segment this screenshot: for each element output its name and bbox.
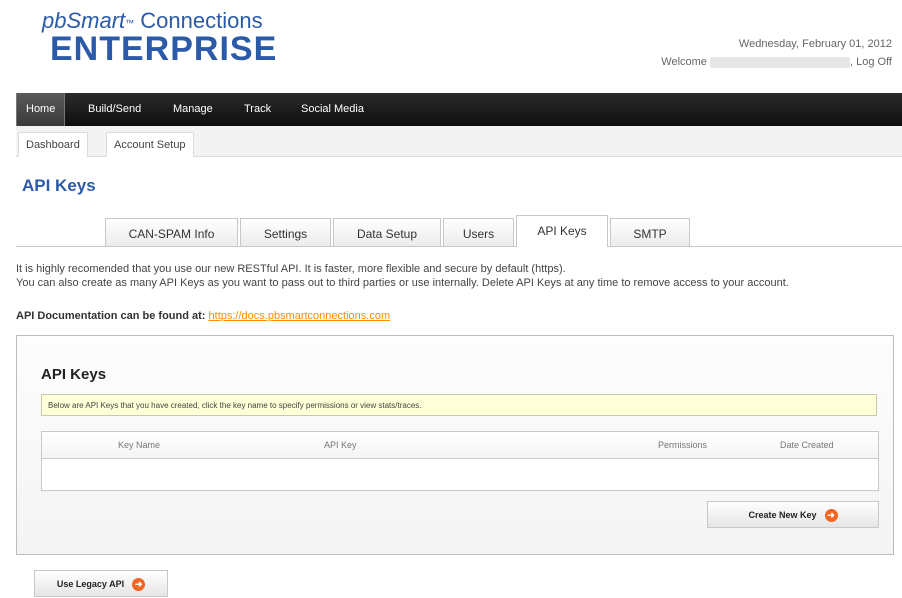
nav-item-social-media[interactable]: Social Media [292,93,373,126]
column-key-name[interactable]: Key Name [118,432,160,458]
brand-logo[interactable]: pbSmart™ Connections ENTERPRISE [42,8,278,68]
arrow-right-circle-icon: ➜ [824,509,838,523]
sub-nav: Dashboard Account Setup [16,126,902,157]
api-docs-label: API Documentation can be found at: [16,310,206,322]
panel-title: API Keys [41,366,107,383]
api-keys-table: Key Name API Key Permissions Date Create… [41,431,879,491]
create-new-key-button[interactable]: Create New Key ➜ [707,501,879,528]
column-api-key[interactable]: API Key [324,432,357,458]
column-date-created[interactable]: Date Created [780,432,834,458]
main-nav: Home Build/Send Manage Track Social Medi… [16,93,902,126]
column-permissions[interactable]: Permissions [658,432,707,458]
tab-smtp[interactable]: SMTP [610,218,690,246]
settings-tabs: CAN-SPAM Info Settings Data Setup Users … [16,215,902,247]
tab-data-setup[interactable]: Data Setup [333,218,441,246]
intro-line-1: It is highly recomended that you use our… [16,263,566,275]
welcome-label: Welcome [661,56,707,68]
intro-text: It is highly recomended that you use our… [16,262,789,290]
arrow-right-circle-icon: ➜ [132,578,146,592]
nav-item-home[interactable]: Home [16,93,66,126]
api-keys-notice: Below are API Keys that you have created… [41,394,877,416]
nav-item-track[interactable]: Track [235,93,280,126]
brand-logo-top: pbSmart™ Connections [42,8,263,33]
tab-can-spam-info[interactable]: CAN-SPAM Info [105,218,238,246]
use-legacy-api-button[interactable]: Use Legacy API ➜ [34,570,168,597]
current-date: Wednesday, February 01, 2012 [738,38,892,50]
tab-users[interactable]: Users [443,218,514,246]
api-keys-panel: API Keys Below are API Keys that you hav… [16,335,894,555]
use-legacy-api-label: Use Legacy API [56,579,125,589]
tab-api-keys[interactable]: API Keys [516,215,608,247]
api-docs-link[interactable]: https://docs.pbsmartconnections.com [209,310,391,322]
brand-logo-bottom: ENTERPRISE [50,30,278,68]
nav-item-build-send[interactable]: Build/Send [79,93,150,126]
logoff-link[interactable]: , Log Off [850,56,892,68]
page-title: API Keys [22,176,96,195]
subnav-item-account-setup[interactable]: Account Setup [106,132,194,157]
welcome-area: Welcome , Log Off [661,56,892,68]
subnav-item-dashboard[interactable]: Dashboard [18,132,88,157]
tab-settings[interactable]: Settings [240,218,331,246]
redacted-username [710,56,850,68]
create-new-key-label: Create New Key [748,510,817,520]
api-docs-line: API Documentation can be found at: https… [16,310,390,322]
nav-item-manage[interactable]: Manage [164,93,222,126]
table-header: Key Name API Key Permissions Date Create… [42,432,878,459]
intro-line-2: You can also create as many API Keys as … [16,277,789,289]
